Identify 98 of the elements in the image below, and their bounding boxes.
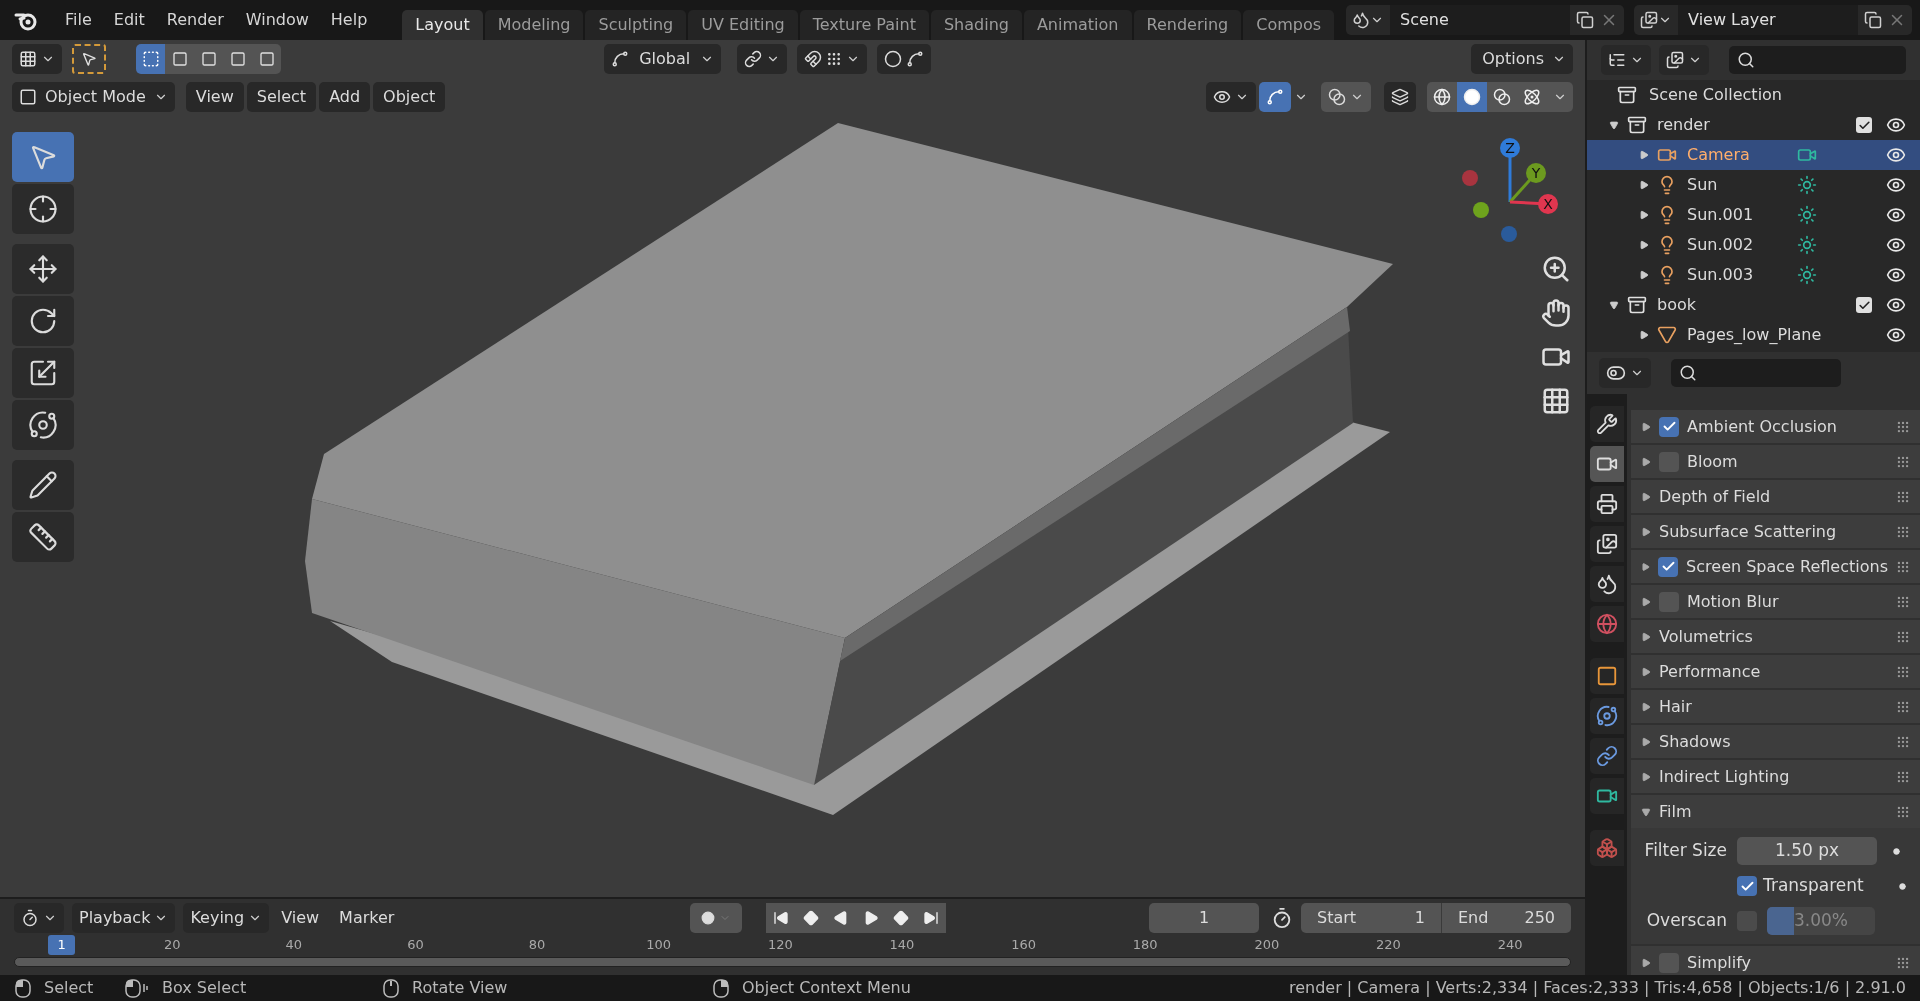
panel-header[interactable]: Depth of Field [1631, 480, 1920, 513]
panel-header[interactable]: Indirect Lighting [1631, 760, 1920, 793]
panel-header[interactable]: Motion Blur [1631, 585, 1920, 618]
panel-header[interactable]: Volumetrics [1631, 620, 1920, 653]
panel-header[interactable]: Ambient Occlusion [1631, 410, 1920, 443]
menu-button[interactable]: Object [373, 82, 446, 112]
panel-header[interactable]: Bloom [1631, 445, 1920, 478]
panel-title: Bloom [1687, 450, 1739, 473]
outliner-row[interactable]: Pages_low_Plane [1587, 320, 1920, 350]
number-field[interactable]: 1.50 px [1737, 837, 1877, 865]
frame-label: 220 [1375, 936, 1402, 955]
menu-item[interactable]: Edit [102, 8, 156, 32]
frame-label: 60 [406, 936, 425, 955]
panel-title: Simplify [1687, 951, 1753, 974]
menu-item[interactable]: Render [155, 8, 235, 32]
frame-label: 140 [888, 936, 916, 955]
options-dropdown[interactable]: Options [1471, 44, 1573, 74]
panel-header[interactable]: Screen Space Reflections [1631, 550, 1920, 583]
outliner-row[interactable]: render [1587, 110, 1920, 140]
panel-title: Film [1659, 800, 1693, 823]
outliner-row[interactable]: Camera [1587, 140, 1920, 170]
panel-title: Depth of Field [1659, 485, 1772, 508]
current-frame-field[interactable]: 1 [1149, 903, 1259, 933]
checkbox-label: Transparent [1763, 874, 1865, 898]
outliner-row[interactable]: Sun.002 [1587, 230, 1920, 260]
panel-header[interactable]: Hair [1631, 690, 1920, 723]
panel-title: Shadows [1659, 730, 1732, 753]
outliner-row[interactable]: book [1587, 290, 1920, 320]
object-name: Sun.003 [1687, 264, 1755, 286]
outliner-row[interactable]: Sun.003 [1587, 260, 1920, 290]
frame-label: 160 [1010, 936, 1037, 955]
frame-label: 200 [1253, 936, 1281, 955]
frame-label: 100 [645, 936, 673, 955]
workspace-tab[interactable]: Sculpting [585, 10, 687, 40]
menu-dropdown[interactable]: Keying [183, 903, 270, 933]
view-layer-name-field[interactable]: View Layer [1678, 5, 1859, 35]
frame-label: 80 [527, 936, 547, 955]
panel-title: Volumetrics [1659, 625, 1754, 648]
hint-text: Object Context Menu [742, 977, 911, 999]
workspace-tab[interactable]: Texture Paint [799, 10, 929, 40]
workspace-tab[interactable]: Animation [1023, 10, 1132, 40]
current-frame-indicator[interactable]: 1 [48, 935, 76, 955]
menu-button[interactable]: Add [319, 82, 371, 112]
scene-name-field[interactable]: Scene [1390, 5, 1571, 35]
menu-item[interactable]: Window [234, 8, 320, 32]
field-label: Filter Size [1643, 839, 1728, 863]
menu-button[interactable]: Marker [331, 903, 403, 933]
panel-title: Subsurface Scattering [1659, 520, 1838, 543]
outliner-row[interactable]: Sun [1587, 170, 1920, 200]
axis-label: Y [1526, 163, 1546, 183]
hint-text: Rotate View [412, 977, 508, 999]
object-name: Sun [1687, 174, 1719, 196]
axis-label: Z [1500, 138, 1520, 158]
object-name: book [1657, 294, 1697, 316]
panel-header[interactable]: Film [1631, 795, 1920, 828]
workspace-tab[interactable]: Layout [402, 10, 483, 40]
menu-button[interactable]: View [185, 82, 244, 112]
panel-title: Motion Blur [1687, 590, 1780, 613]
menu-item[interactable]: Help [319, 8, 379, 32]
workspace-tab[interactable]: Rendering [1133, 10, 1242, 40]
menu-item[interactable]: File [54, 8, 103, 32]
workspace-tab[interactable]: UV Editing [688, 10, 798, 40]
object-name: Sun.002 [1687, 234, 1755, 256]
panel-title: Hair [1659, 695, 1693, 718]
outliner-row[interactable]: Sun.001 [1587, 200, 1920, 230]
panel-title: Indirect Lighting [1659, 765, 1791, 788]
panel-header[interactable]: Performance [1631, 655, 1920, 688]
panel-header[interactable]: Simplify [1631, 946, 1920, 975]
scene-statistics: render | Camera | Verts:2,334 | Faces:2,333 | Tris:4,658 | Objects:1/6 | 2.91.0 [1288, 977, 1906, 999]
object-name: Camera [1687, 144, 1751, 166]
start-frame-field[interactable]: Start 1 [1301, 903, 1441, 933]
menu-button[interactable]: Select [246, 82, 317, 112]
object-name: Sun.001 [1687, 204, 1755, 226]
frame-label: 120 [766, 936, 794, 955]
frame-label: 40 [284, 936, 304, 955]
menu-button[interactable]: View [273, 903, 328, 933]
hint-text: Select [44, 977, 94, 999]
workspace-tab[interactable]: Compos [1243, 10, 1335, 40]
orientation-dropdown[interactable]: Global [604, 44, 722, 74]
panel-header[interactable]: Shadows [1631, 725, 1920, 758]
frame-label: 180 [1131, 936, 1159, 955]
field-label: Overscan [1645, 909, 1728, 933]
mode-dropdown[interactable]: Object Mode [12, 82, 175, 112]
scene-collection-label: Scene Collection [1649, 84, 1782, 106]
workspace-tab[interactable]: Modeling [484, 10, 584, 40]
frame-label: 20 [162, 936, 182, 955]
panel-title: Ambient Occlusion [1687, 415, 1838, 438]
end-frame-field[interactable]: End 250 [1441, 903, 1571, 933]
panel-title: Performance [1659, 660, 1762, 683]
panel-header[interactable]: Subsurface Scattering [1631, 515, 1920, 548]
hint-text: Box Select [162, 977, 247, 999]
frame-label: 240 [1496, 936, 1524, 955]
workspace-tab[interactable]: Shading [930, 10, 1022, 40]
menu-dropdown[interactable]: Playback [72, 903, 176, 933]
object-name: Pages_low_Plane [1687, 324, 1822, 346]
object-name: render [1657, 114, 1711, 136]
panel-title: Screen Space Reflections [1686, 555, 1888, 578]
axis-label: X [1538, 194, 1558, 214]
